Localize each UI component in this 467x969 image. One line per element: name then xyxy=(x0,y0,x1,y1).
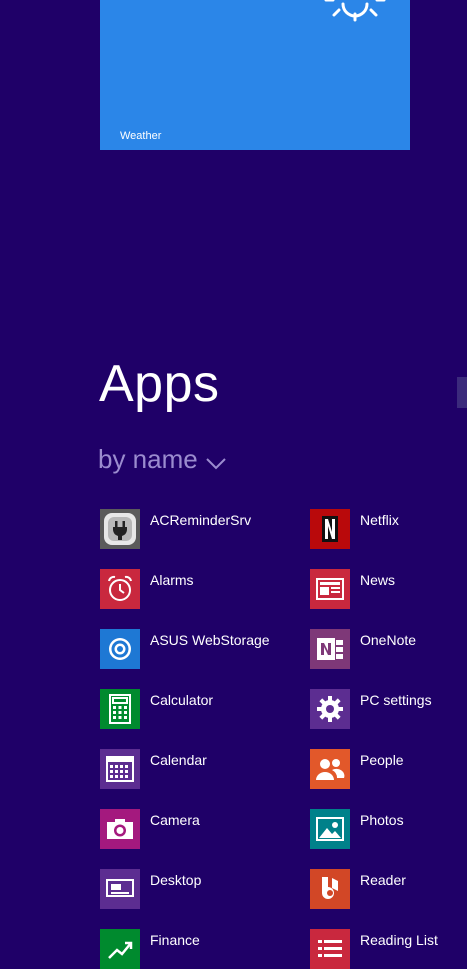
photo-icon xyxy=(310,809,350,849)
app-reading-list[interactable]: Reading List xyxy=(310,929,438,969)
app-netflix[interactable]: Netflix xyxy=(310,509,399,549)
page-title: Apps xyxy=(99,355,220,413)
app-calendar[interactable]: Calendar xyxy=(100,749,207,789)
sort-label: by name xyxy=(98,444,198,474)
app-label: Photos xyxy=(360,812,404,828)
gear-icon xyxy=(310,689,350,729)
app-photos[interactable]: Photos xyxy=(310,809,404,849)
netflix-icon xyxy=(310,509,350,549)
app-label: Reader xyxy=(360,872,406,888)
app-label: Calculator xyxy=(150,692,214,708)
app-label: News xyxy=(360,572,396,588)
app-desktop[interactable]: Desktop xyxy=(100,869,201,909)
desktop-icon xyxy=(100,869,140,909)
app-calculator[interactable]: Calculator xyxy=(100,689,213,729)
app-label: OneNote xyxy=(360,632,417,648)
calendar-icon xyxy=(100,749,140,789)
app-label: People xyxy=(360,752,404,768)
onenote-icon xyxy=(310,629,350,669)
weather-label: Weather xyxy=(120,130,162,142)
reading-list-icon xyxy=(310,929,350,969)
sort-dropdown[interactable]: by name xyxy=(98,444,226,475)
app-alarms[interactable]: Alarms xyxy=(100,569,194,609)
app-label: Calendar xyxy=(150,752,207,768)
app-label: Finance xyxy=(150,932,200,948)
app-news[interactable]: News xyxy=(310,569,395,609)
weather-tile[interactable]: Weather xyxy=(100,0,410,150)
app-label: ACReminderSrv xyxy=(150,512,252,528)
app-finance[interactable]: Finance xyxy=(100,929,200,969)
chart-up-icon xyxy=(100,929,140,969)
app-people[interactable]: People xyxy=(310,749,404,789)
app-label: ASUS WebStorage xyxy=(150,632,270,648)
app-label: PC settings xyxy=(360,692,432,708)
app-label: Reading List xyxy=(360,932,438,948)
sun-icon xyxy=(324,0,386,22)
plug-icon xyxy=(100,509,140,549)
calculator-icon xyxy=(100,689,140,729)
app-label: Alarms xyxy=(150,572,194,588)
app-label: Desktop xyxy=(150,872,202,888)
chevron-down-icon xyxy=(206,457,226,469)
scroll-handle[interactable] xyxy=(457,377,467,408)
people-icon xyxy=(310,749,350,789)
app-label: Camera xyxy=(150,812,200,828)
alarm-clock-icon xyxy=(100,569,140,609)
cloud-sync-icon xyxy=(100,629,140,669)
app-asus-webstorage[interactable]: ASUS WebStorage xyxy=(100,629,270,669)
app-pc-settings[interactable]: PC settings xyxy=(310,689,432,729)
camera-icon xyxy=(100,809,140,849)
app-onenote[interactable]: OneNote xyxy=(310,629,416,669)
reader-icon xyxy=(310,869,350,909)
app-reader[interactable]: Reader xyxy=(310,869,406,909)
newspaper-icon xyxy=(310,569,350,609)
app-acremindersrv[interactable]: ACReminderSrv xyxy=(100,509,251,549)
app-camera[interactable]: Camera xyxy=(100,809,200,849)
app-label: Netflix xyxy=(360,512,399,528)
